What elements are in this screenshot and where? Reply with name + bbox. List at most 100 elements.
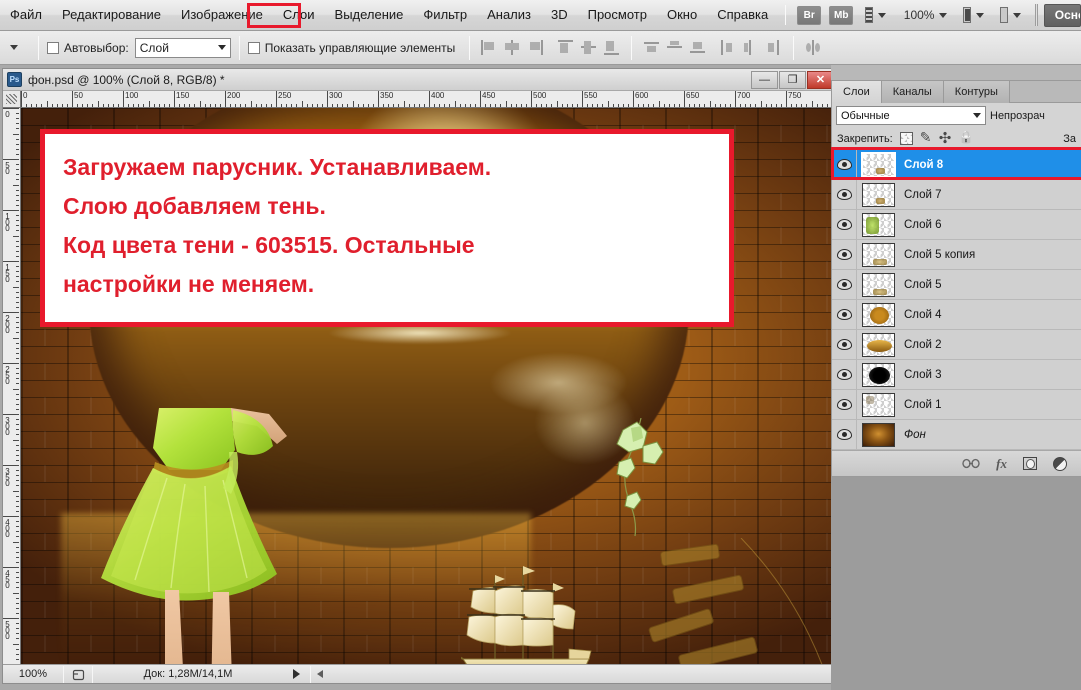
ruler-minor-tick: [710, 101, 711, 107]
distribute-right-edges-icon[interactable]: [764, 38, 783, 57]
menu-image[interactable]: Изображение: [172, 4, 272, 26]
zoom-chevron-down-icon[interactable]: [939, 13, 947, 18]
layer-row[interactable]: Фон: [832, 420, 1081, 450]
adjustment-icon[interactable]: [1053, 457, 1067, 471]
align-top-edges-icon[interactable]: [556, 38, 575, 57]
layer-thumbnail[interactable]: [862, 183, 895, 207]
layer-thumbnail[interactable]: [862, 243, 895, 267]
ruler-minor-tick: [13, 185, 19, 186]
status-thumbnail-icon[interactable]: [64, 668, 92, 681]
layer-thumbnail[interactable]: [862, 303, 895, 327]
layer-thumbnail[interactable]: [862, 213, 895, 237]
status-scroll-left-icon[interactable]: [317, 670, 323, 678]
workspace-switcher-button[interactable]: Основна: [1044, 4, 1081, 27]
menu-layers[interactable]: Слои: [274, 4, 324, 26]
layer-row[interactable]: Слой 4: [832, 300, 1081, 330]
menu-edit[interactable]: Редактирование: [53, 4, 170, 26]
fx-icon[interactable]: fx: [996, 456, 1007, 472]
mini-bridge-button[interactable]: Mb: [829, 6, 853, 25]
align-right-edges-icon[interactable]: [526, 38, 545, 57]
layer-visibility-toggle[interactable]: [832, 180, 857, 210]
layer-thumbnail[interactable]: [862, 363, 895, 387]
menu-select[interactable]: Выделение: [326, 4, 413, 26]
layer-thumbnail[interactable]: [862, 423, 895, 447]
lock-position-icon[interactable]: [940, 132, 953, 145]
menu-3d[interactable]: 3D: [542, 4, 577, 26]
blend-mode-select[interactable]: Обычные: [836, 106, 986, 125]
mask-icon[interactable]: [1023, 457, 1037, 470]
layer-row[interactable]: Слой 6: [832, 210, 1081, 240]
align-left-edges-icon[interactable]: [480, 38, 499, 57]
ruler-minor-tick: [674, 104, 675, 107]
layer-list[interactable]: Слой 8Слой 7Слой 6Слой 5 копияСлой 5Слой…: [832, 150, 1081, 450]
lock-transparency-icon[interactable]: [900, 132, 913, 145]
layer-thumbnail[interactable]: [862, 393, 895, 417]
layer-visibility-toggle[interactable]: [832, 390, 857, 420]
arrange-chevron-down-icon[interactable]: [976, 13, 984, 18]
vertical-ruler[interactable]: 050100150200250300350400450500: [3, 108, 21, 665]
layer-visibility-toggle[interactable]: [832, 240, 857, 270]
layer-row[interactable]: Слой 5 копия: [832, 240, 1081, 270]
tab-layers[interactable]: Слои: [832, 81, 882, 103]
distribute-left-edges-icon[interactable]: [718, 38, 737, 57]
view-extras-icon[interactable]: [865, 7, 873, 23]
layer-row[interactable]: Слой 7: [832, 180, 1081, 210]
layer-thumbnail[interactable]: [862, 273, 895, 297]
close-button[interactable]: ✕: [807, 71, 834, 89]
auto-align-layers-icon[interactable]: [804, 38, 823, 57]
layer-visibility-toggle[interactable]: [832, 330, 857, 360]
layer-row[interactable]: Слой 8: [832, 150, 1081, 180]
autoselect-checkbox[interactable]: [47, 42, 59, 54]
status-zoom-level[interactable]: 100%: [3, 668, 63, 680]
status-expand-icon[interactable]: [293, 669, 300, 679]
menu-view[interactable]: Просмотр: [579, 4, 656, 26]
layer-thumbnail[interactable]: [862, 153, 895, 177]
distribute-bottom-edges-icon[interactable]: [688, 38, 707, 57]
layer-visibility-toggle[interactable]: [832, 420, 857, 450]
screen-mode-chevron-down-icon[interactable]: [1013, 13, 1021, 18]
menu-help[interactable]: Справка: [708, 4, 777, 26]
menu-file[interactable]: Файл: [1, 4, 51, 26]
layer-visibility-toggle[interactable]: [832, 360, 857, 390]
layer-row[interactable]: Слой 5: [832, 270, 1081, 300]
restore-button[interactable]: ❐: [779, 71, 806, 89]
layer-row[interactable]: Слой 1: [832, 390, 1081, 420]
minimize-button[interactable]: —: [751, 71, 778, 89]
layer-thumbnail[interactable]: [862, 333, 895, 357]
layer-visibility-toggle[interactable]: [832, 210, 857, 240]
lock-pixels-icon[interactable]: [920, 132, 933, 145]
menu-analysis[interactable]: Анализ: [478, 4, 540, 26]
layer-visibility-toggle[interactable]: [832, 150, 857, 180]
arrange-documents-icon[interactable]: [963, 7, 971, 23]
screen-mode-icon[interactable]: [1000, 7, 1008, 23]
align-horizontal-centers-icon[interactable]: [503, 38, 522, 57]
tab-channels[interactable]: Каналы: [882, 81, 944, 103]
ruler-minor-tick: [771, 104, 772, 107]
ruler-minor-tick: [383, 104, 384, 107]
layer-row[interactable]: Слой 3: [832, 360, 1081, 390]
autoselect-target-select[interactable]: Слой: [135, 38, 231, 58]
tool-preset-chevron-down-icon[interactable]: [10, 45, 18, 50]
layer-visibility-toggle[interactable]: [832, 300, 857, 330]
align-vertical-centers-icon[interactable]: [579, 38, 598, 57]
document-title-bar[interactable]: Ps фон.psd @ 100% (Слой 8, RGB/8) * — ❐ …: [3, 69, 834, 91]
menu-window[interactable]: Окно: [658, 4, 706, 26]
align-bottom-edges-icon[interactable]: [602, 38, 621, 57]
bridge-button[interactable]: Br: [797, 6, 821, 25]
canvas[interactable]: Загружаем парусник. Устанавливаем. Слою …: [21, 108, 834, 665]
lock-all-icon[interactable]: [960, 132, 973, 145]
tab-paths[interactable]: Контуры: [944, 81, 1010, 103]
horizontal-ruler[interactable]: 0501001502002503003504004505005506006507…: [21, 91, 834, 108]
distribute-vertical-centers-icon[interactable]: [665, 38, 684, 57]
distribute-top-edges-icon[interactable]: [642, 38, 661, 57]
link-icon[interactable]: [962, 458, 980, 469]
layer-row[interactable]: Слой 2: [832, 330, 1081, 360]
layer-visibility-toggle[interactable]: [832, 270, 857, 300]
distribute-horizontal-centers-icon[interactable]: [741, 38, 760, 57]
show-controls-checkbox[interactable]: [248, 42, 260, 54]
view-extras-chevron-down-icon[interactable]: [878, 13, 886, 18]
ruler-minor-tick: [16, 562, 19, 563]
ruler-corner[interactable]: [3, 91, 21, 108]
menu-filter[interactable]: Фильтр: [414, 4, 476, 26]
ruler-minor-tick: [577, 104, 578, 107]
